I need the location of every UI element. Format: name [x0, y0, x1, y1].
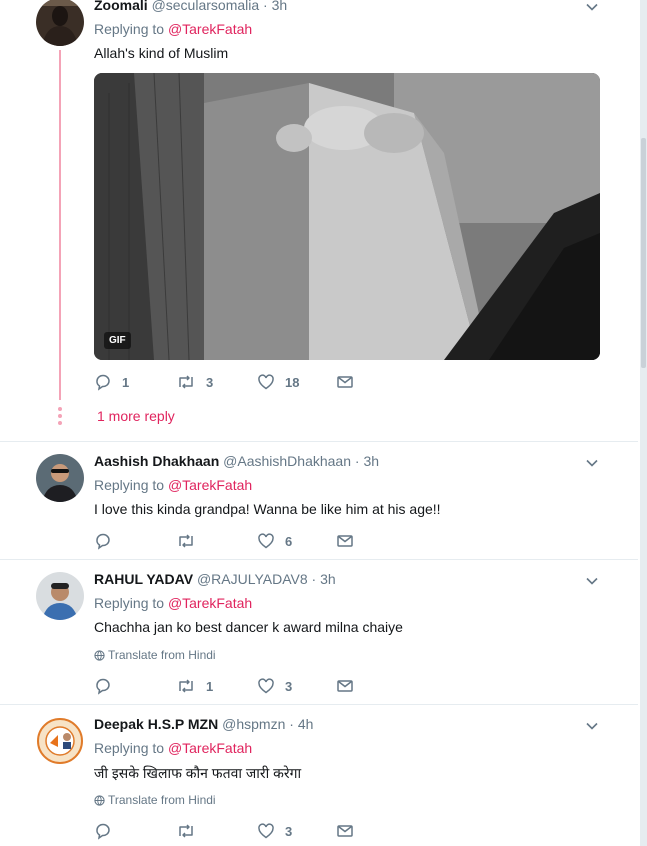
user-name[interactable]: RAHUL YADAV: [94, 571, 193, 587]
like-icon: [258, 533, 274, 549]
dm-icon: [337, 680, 353, 692]
chevron-down-icon[interactable]: [585, 456, 599, 470]
scroll-track: [640, 0, 647, 846]
more-replies-link[interactable]: 1 more reply: [97, 408, 175, 424]
user-handle[interactable]: @AashishDhakhaan: [223, 453, 351, 469]
tweet-text: Allah's kind of Muslim: [94, 45, 229, 61]
like-button[interactable]: 3: [257, 676, 292, 696]
retweet-button[interactable]: [176, 531, 206, 551]
thread-dot: [58, 421, 62, 425]
dm-button[interactable]: [336, 531, 354, 551]
timestamp[interactable]: 3h: [320, 571, 336, 587]
like-count: 18: [285, 374, 300, 390]
tweet-deepak[interactable]: Deepak H.S.P MZN @hspmzn · 4h Replying t…: [0, 705, 610, 846]
timestamp[interactable]: 4h: [298, 716, 314, 732]
dm-button[interactable]: [336, 372, 354, 392]
tweet-text: Chachha jan ko best dancer k award milna…: [94, 619, 403, 635]
tweet-rahul[interactable]: RAHUL YADAV @RAJULYADAV8 · 3h Replying t…: [0, 560, 610, 704]
reply-icon: [96, 374, 110, 391]
replying-to: Replying to @TarekFatah: [94, 21, 253, 37]
reply-button[interactable]: [94, 821, 122, 841]
tweet-header: Aashish Dhakhaan @AashishDhakhaan · 3h: [94, 453, 380, 469]
dm-icon: [337, 825, 353, 837]
dm-button[interactable]: [336, 821, 354, 841]
like-count: 3: [285, 678, 293, 694]
like-icon: [258, 678, 274, 694]
avatar[interactable]: [36, 717, 84, 765]
replying-to: Replying to @TarekFatah: [94, 740, 253, 756]
reply-icon: [96, 678, 110, 695]
tweet-text: जी इसके खिलाफ कौन फतवा जारी करेगा: [94, 765, 302, 781]
reply-button[interactable]: [94, 676, 122, 696]
reply-button[interactable]: 1: [94, 372, 129, 392]
user-name[interactable]: Aashish Dhakhaan: [94, 453, 219, 469]
retweet-icon: [179, 679, 193, 693]
reply-icon: [96, 823, 110, 840]
chevron-down-icon[interactable]: [585, 719, 599, 733]
dm-icon: [337, 376, 353, 388]
mention-link[interactable]: @TarekFatah: [168, 477, 252, 493]
like-count: 3: [285, 823, 293, 839]
chevron-down-icon[interactable]: [585, 0, 599, 14]
thread-dot: [58, 414, 62, 418]
user-name[interactable]: Deepak H.S.P MZN: [94, 716, 218, 732]
tweet-actions: 1 3: [94, 676, 394, 696]
globe-icon: [94, 650, 105, 661]
chevron-down-icon[interactable]: [585, 574, 599, 588]
retweet-button[interactable]: 1: [176, 676, 213, 696]
like-button[interactable]: 18: [257, 372, 299, 392]
replying-to: Replying to @TarekFatah: [94, 477, 253, 493]
thread-dot: [58, 407, 62, 411]
retweet-button[interactable]: 3: [176, 372, 213, 392]
like-button[interactable]: 3: [257, 821, 292, 841]
reply-count: 1: [122, 374, 130, 390]
like-icon: [258, 823, 274, 839]
translate-link[interactable]: Translate from Hindi: [94, 648, 216, 662]
tweet-text: I love this kinda grandpa! Wanna be like…: [94, 501, 441, 517]
timestamp[interactable]: 3h: [272, 0, 288, 13]
user-handle[interactable]: @hspmzn: [222, 716, 285, 732]
dm-icon: [337, 535, 353, 547]
mention-link[interactable]: @TarekFatah: [168, 740, 252, 756]
tweet-actions: 1 3 18: [94, 372, 394, 392]
retweet-button[interactable]: [176, 821, 206, 841]
retweet-icon: [179, 375, 193, 389]
replying-to: Replying to @TarekFatah: [94, 595, 253, 611]
user-handle[interactable]: @secularsomalia: [152, 0, 260, 13]
tweet-aashish[interactable]: Aashish Dhakhaan @AashishDhakhaan · 3h R…: [0, 442, 610, 559]
timestamp[interactable]: 3h: [363, 453, 379, 469]
mention-link[interactable]: @TarekFatah: [168, 21, 252, 37]
gif-badge: GIF: [104, 332, 131, 349]
retweet-count: 1: [206, 678, 214, 694]
mention-link[interactable]: @TarekFatah: [168, 595, 252, 611]
avatar[interactable]: [36, 0, 84, 46]
tweet-header: RAHUL YADAV @RAJULYADAV8 · 3h: [94, 571, 336, 587]
translate-link[interactable]: Translate from Hindi: [94, 793, 216, 807]
gif-frame: [94, 73, 600, 360]
avatar[interactable]: [36, 572, 84, 620]
like-button[interactable]: 6: [257, 531, 292, 551]
dm-button[interactable]: [336, 676, 354, 696]
tweet-zoomali[interactable]: Zoomali @secularsomalia · 3h Replying to…: [0, 0, 610, 440]
user-handle[interactable]: @RAJULYADAV8: [197, 571, 308, 587]
retweet-count: 3: [206, 374, 214, 390]
thread-line: [59, 50, 61, 400]
like-count: 6: [285, 533, 293, 549]
like-icon: [258, 374, 274, 390]
tweet-actions: 6: [94, 531, 394, 551]
reply-button[interactable]: [94, 531, 122, 551]
globe-icon: [94, 795, 105, 806]
user-name[interactable]: Zoomali: [94, 0, 148, 13]
tweet-actions: 3: [94, 821, 394, 841]
tweet-header: Zoomali @secularsomalia · 3h: [94, 0, 287, 13]
tweet-header: Deepak H.S.P MZN @hspmzn · 4h: [94, 716, 314, 732]
gif-media[interactable]: GIF: [94, 73, 600, 360]
retweet-icon: [179, 824, 193, 838]
avatar[interactable]: [36, 454, 84, 502]
reply-icon: [96, 533, 110, 550]
scrollbar-thumb[interactable]: [641, 138, 646, 368]
retweet-icon: [179, 534, 193, 548]
